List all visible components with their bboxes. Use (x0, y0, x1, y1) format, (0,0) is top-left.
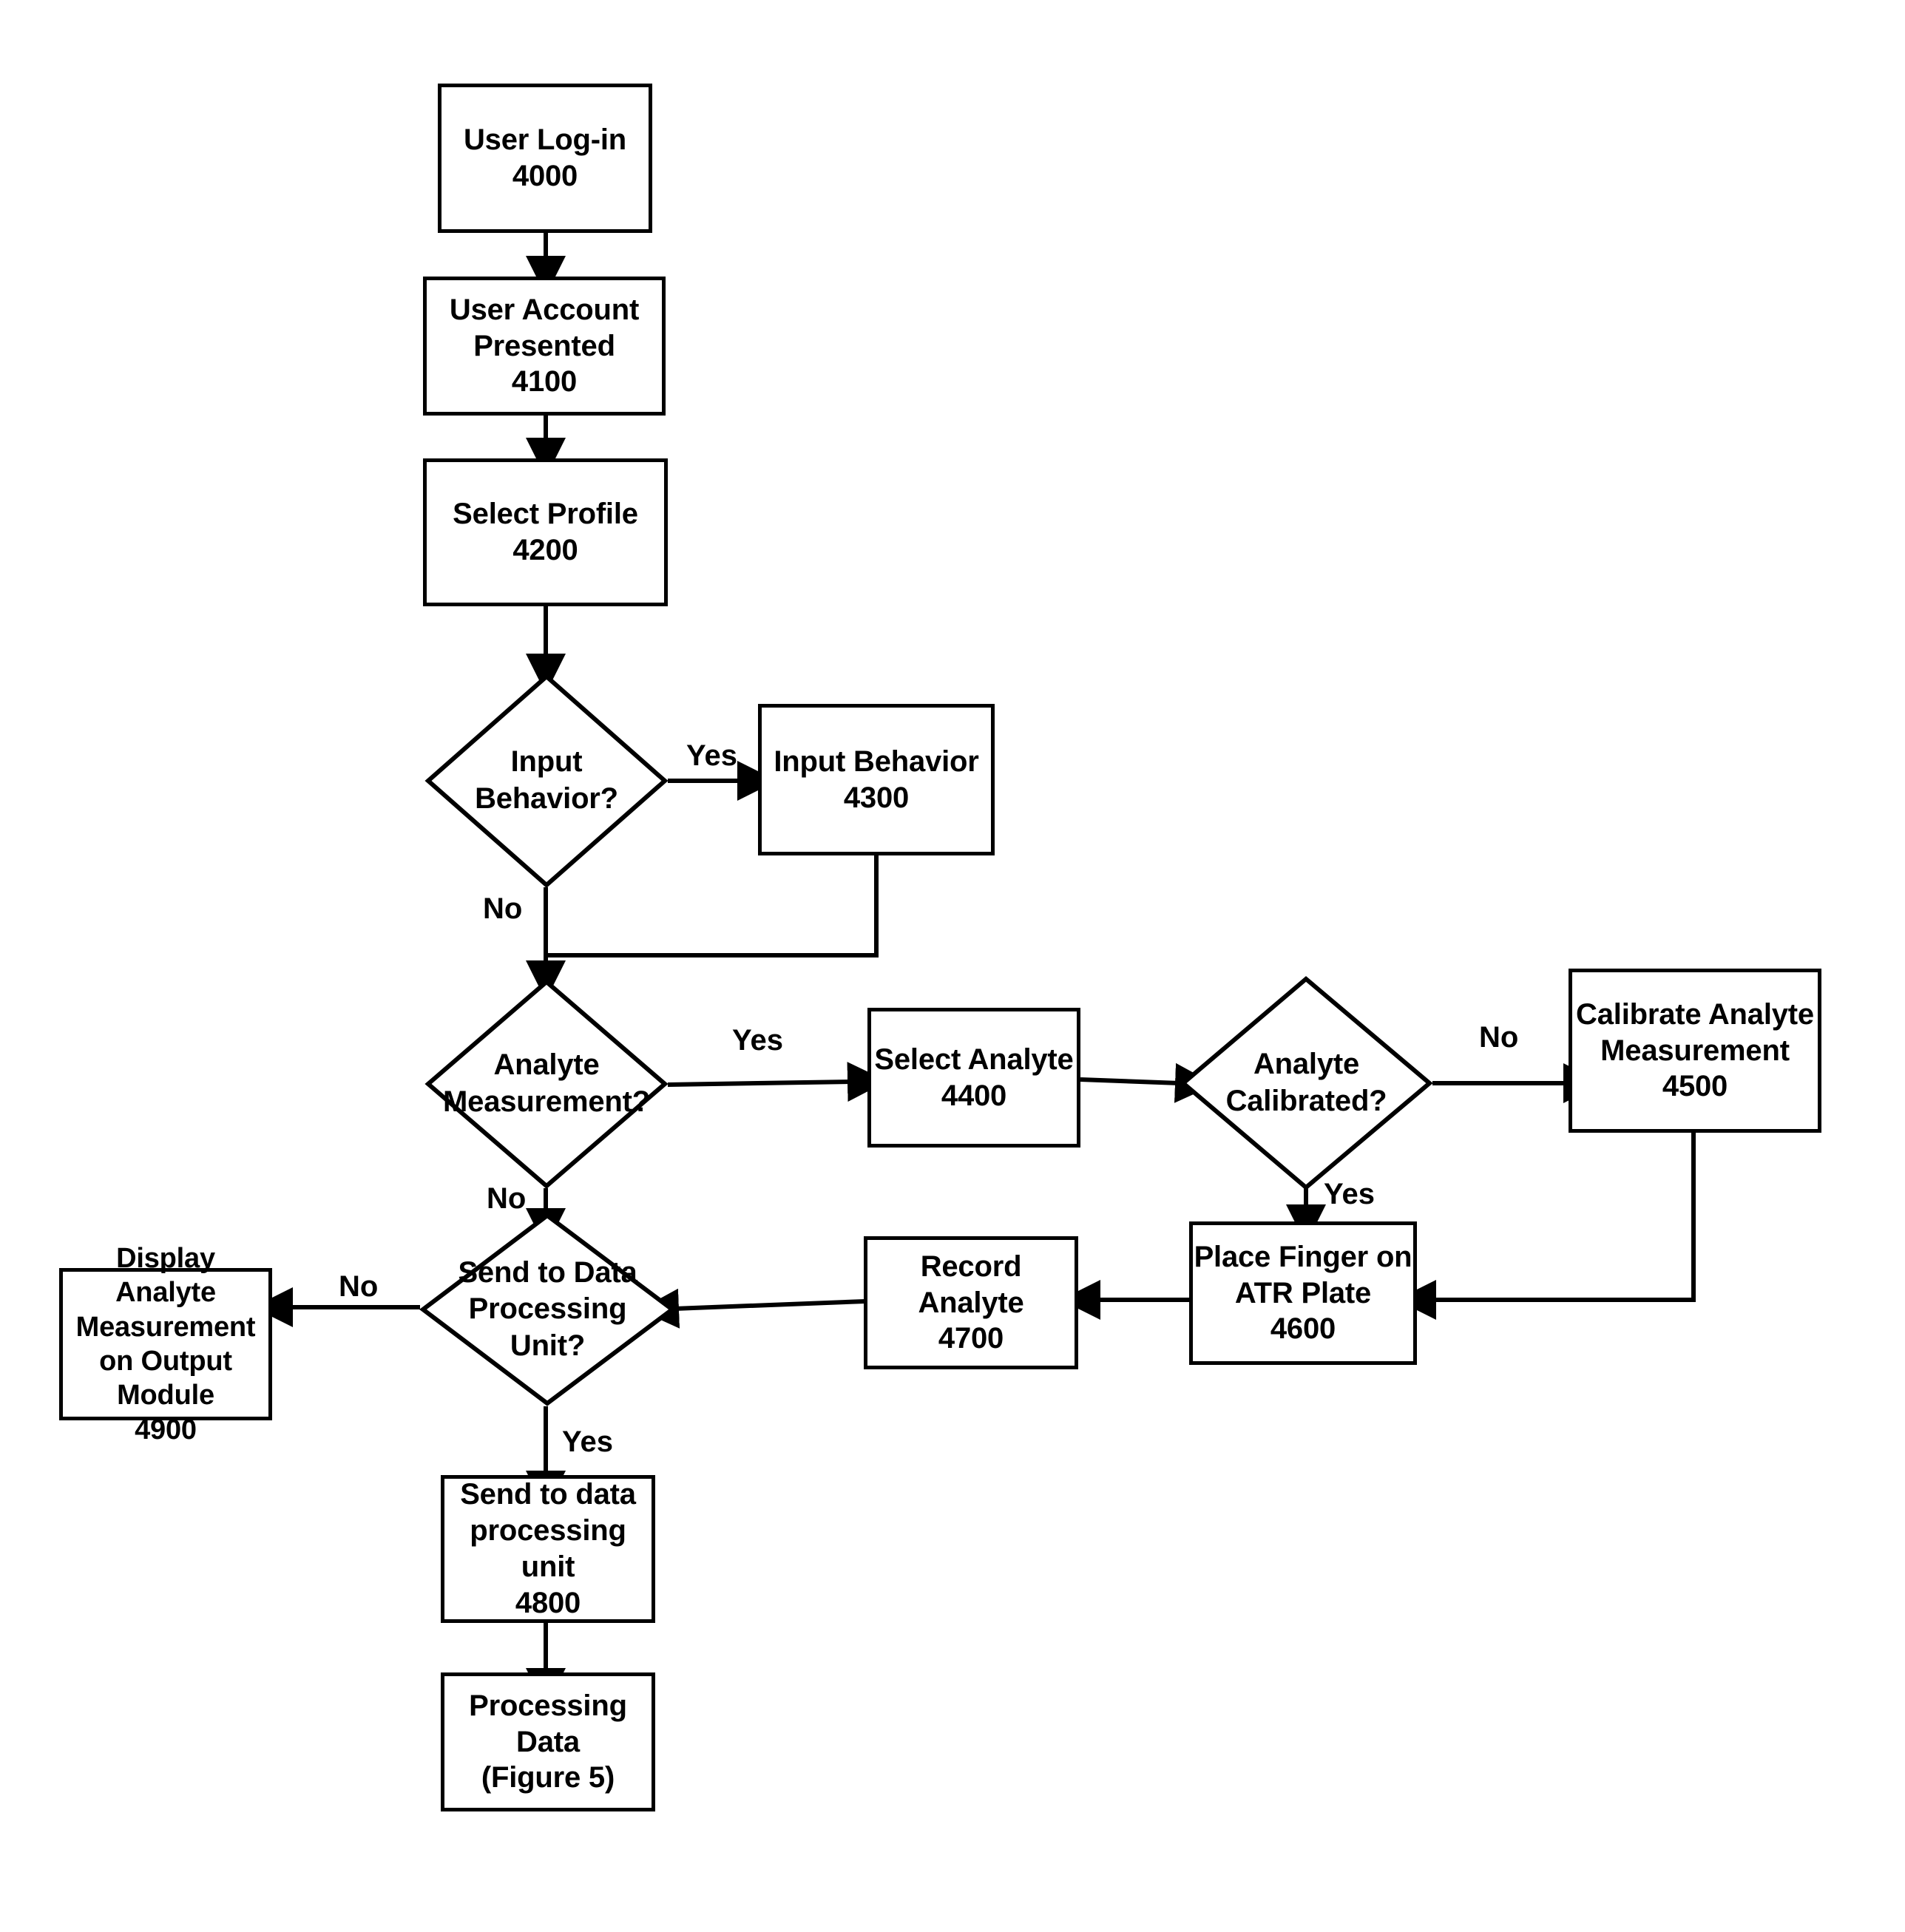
node-select-analyte-label: Select Analyte 4400 (874, 1043, 1074, 1112)
node-user-account-presented[interactable]: User Account Presented 4100 (423, 277, 666, 416)
node-send-to-data-processing-unit[interactable]: Send to data processing unit 4800 (441, 1475, 655, 1623)
edge-label-analyte-calibrated-yes: Yes (1324, 1178, 1375, 1210)
node-select-profile[interactable]: Select Profile 4200 (423, 458, 668, 606)
node-select-analyte[interactable]: Select Analyte 4400 (867, 1008, 1080, 1148)
node-user-account-presented-label: User Account Presented 4100 (449, 293, 640, 399)
node-user-login-label: User Log-in 4000 (463, 123, 627, 192)
edge-label-input-behavior-no: No (483, 892, 523, 925)
edge-label-send-to-data-no: No (339, 1270, 379, 1303)
node-user-login[interactable]: User Log-in 4000 (438, 84, 652, 233)
node-display-analyte-measurement[interactable]: Display Analyte Measurement on Output Mo… (59, 1243, 272, 1445)
node-place-finger-on-atr-plate[interactable]: Place Finger on ATR Plate 4600 (1189, 1221, 1417, 1365)
node-processing-data-label: Processing Data (Figure 5) (469, 1689, 627, 1794)
node-input-behavior-label: Input Behavior 4300 (774, 745, 979, 814)
decision-analyte-measurement[interactable]: Analyte Measurement? (424, 979, 669, 1189)
node-calibrate-analyte-measurement-label: Calibrate Analyte Measurement 4500 (1576, 997, 1814, 1103)
decision-input-behavior[interactable]: Input Behavior? (424, 674, 669, 888)
edge-label-analyte-measurement-yes: Yes (732, 1024, 783, 1057)
decision-analyte-calibrated[interactable]: Analyte Calibrated? (1180, 976, 1433, 1190)
decision-analyte-calibrated-label: Analyte Calibrated? (1225, 1048, 1387, 1117)
node-record-analyte-label: Record Analyte 4700 (918, 1250, 1024, 1355)
edge-label-analyte-measurement-no: No (487, 1182, 527, 1215)
node-select-profile-label: Select Profile 4200 (453, 498, 638, 566)
node-input-behavior[interactable]: Input Behavior 4300 (758, 704, 995, 855)
node-calibrate-analyte-measurement[interactable]: Calibrate Analyte Measurement 4500 (1569, 969, 1821, 1133)
edge-label-send-to-data-yes: Yes (562, 1426, 613, 1458)
node-processing-data[interactable]: Processing Data (Figure 5) (441, 1672, 655, 1811)
flowchart-canvas: User Log-in 4000 User Account Presented … (0, 0, 1905, 1932)
decision-send-to-data-processing[interactable]: Send to Data Processing Unit? (419, 1213, 676, 1406)
decision-analyte-measurement-label: Analyte Measurement? (443, 1048, 650, 1118)
edge-label-input-behavior-yes: Yes (686, 739, 737, 772)
decision-send-to-data-processing-label: Send to Data Processing Unit? (458, 1255, 637, 1362)
node-place-finger-on-atr-plate-label: Place Finger on ATR Plate 4600 (1194, 1240, 1412, 1346)
node-record-analyte[interactable]: Record Analyte 4700 (864, 1236, 1078, 1369)
node-display-analyte-measurement-label: Display Analyte Measurement on Output Mo… (75, 1242, 256, 1445)
edge-label-analyte-calibrated-no: No (1479, 1021, 1519, 1054)
connector-layer (253, 233, 1696, 1708)
node-send-to-data-processing-unit-label: Send to data processing unit 4800 (460, 1478, 636, 1619)
decision-input-behavior-label: Input Behavior? (475, 745, 618, 815)
